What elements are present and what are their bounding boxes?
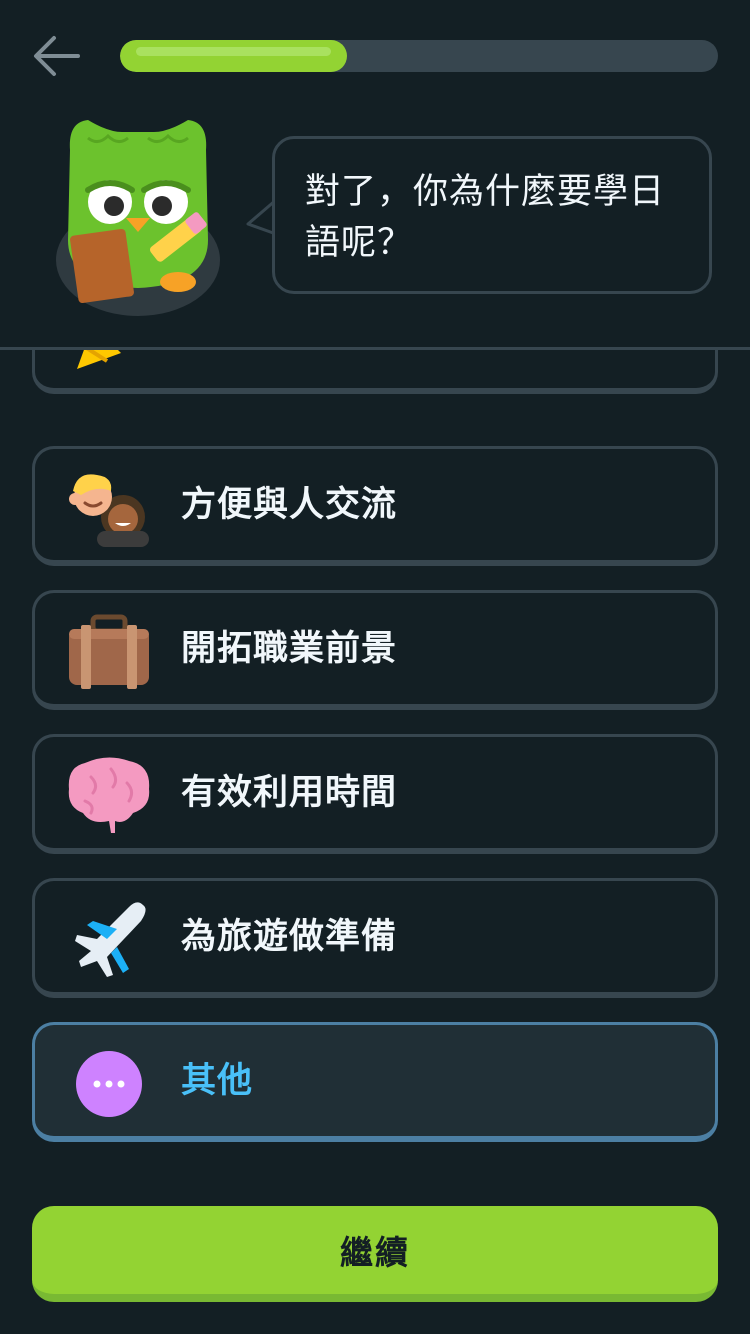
option-label: 增添生活樂趣 (181, 350, 397, 359)
two-people-icon (69, 474, 149, 547)
continue-label: 繼續 (340, 1233, 410, 1272)
option-travel[interactable]: 為旅遊做準備 (32, 878, 718, 998)
progress-highlight (136, 47, 332, 56)
airplane-icon (75, 902, 146, 977)
option-career[interactable]: 開拓職業前景 (32, 590, 718, 710)
option-label: 其他 (181, 1061, 254, 1101)
more-dots-icon (76, 1051, 142, 1117)
speech-bubble: 對了，你為什麼要學日語呢？ (272, 136, 712, 294)
option-label: 為旅遊做準備 (181, 917, 398, 957)
party-popper-icon (77, 350, 121, 369)
owl-mascot-icon (56, 120, 220, 316)
continue-button[interactable]: 繼續 (32, 1206, 718, 1302)
prompt-question: 對了，你為什麼要學日語呢？ (305, 172, 666, 263)
reason-options-list[interactable]: 增添生活樂趣 方便與人交流 開拓職業前景 有效利用時間 (0, 350, 750, 1160)
briefcase-icon (69, 614, 149, 689)
option-other[interactable]: 其他 (32, 1022, 718, 1142)
brain-icon (68, 757, 150, 833)
option-label: 有效利用時間 (181, 773, 398, 813)
progress-fill (120, 40, 348, 72)
option-connect[interactable]: 方便與人交流 (32, 446, 718, 566)
option-label: 開拓職業前景 (181, 629, 398, 669)
option-label: 方便與人交流 (181, 485, 398, 525)
option-brain[interactable]: 有效利用時間 (32, 734, 718, 854)
arrow-left-icon[interactable] (30, 32, 82, 80)
option-fun[interactable]: 增添生活樂趣 (32, 350, 718, 394)
lesson-progress-bar (120, 40, 718, 72)
